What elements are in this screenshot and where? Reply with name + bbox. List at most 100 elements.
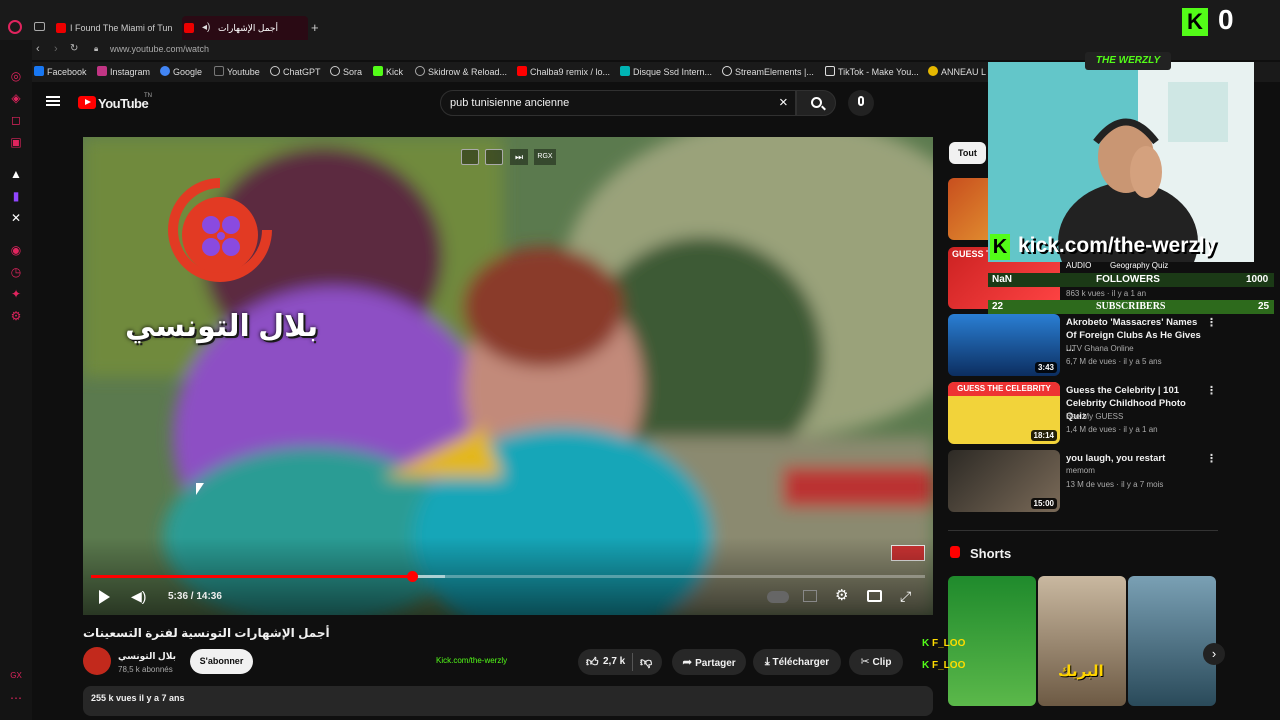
channel-avatar[interactable] [83,647,111,675]
miniplayer-icon[interactable] [485,149,503,165]
video-thumbnail[interactable]: GUESS THE CELEBRITY 18:14 [948,382,1060,444]
share-button[interactable]: ➦ Partager [672,649,746,675]
volume-icon[interactable]: ◀︎) [131,588,146,605]
chat-tag: K F_LOO [922,660,966,671]
bookmark-instagram[interactable]: Instagram [97,66,150,77]
followers-goal: 1000 [1246,274,1269,285]
video-player[interactable]: بلال التونسي ⏭ RGX ◀︎) 5:36 / 14:36 ⚙ ⤢ [83,137,933,615]
divider [948,530,1218,531]
bookmark-kick[interactable]: Kick [373,66,403,77]
followers-goal-bar: NaN FOLLOWERS 1000 [988,273,1274,287]
autoplay-toggle[interactable] [767,591,789,603]
subtitles-icon[interactable] [803,590,817,602]
theater-mode-icon[interactable] [867,590,882,602]
x-icon[interactable]: ✕ [8,210,24,226]
clip-button[interactable]: ✂ Clip [849,649,903,675]
twitch-icon[interactable]: ▮ [8,188,24,204]
more-options-icon[interactable]: ⋮ [1206,452,1217,465]
chat-tag: K F_LOO [922,638,966,649]
reload-icon[interactable]: ↻ [70,43,78,54]
voice-search-button[interactable] [848,90,874,116]
short-thumbnail[interactable] [1128,576,1216,706]
bookmark-facebook[interactable]: Facebook [34,66,87,77]
more-icon[interactable]: ⋯ [8,690,24,706]
history-icon[interactable]: ◷ [8,264,24,280]
video-title: أجمل الإشهارات التونسية لفترة التسعينات [83,626,330,640]
settings-gear-icon[interactable]: ⚙ [835,586,848,604]
forward-icon[interactable]: › [54,43,58,55]
video-duration: 15:00 [1030,498,1057,509]
filter-chip-all[interactable]: Tout [949,142,986,164]
bookmark-youtube[interactable]: Youtube [214,66,260,77]
play-icon[interactable] [99,590,110,604]
more-options-icon[interactable]: ⋮ [1206,316,1217,329]
channel-watermark-logo [168,178,272,282]
more-options-icon[interactable]: ⋮ [1206,384,1217,397]
bookmark-skidrow[interactable]: Skidrow & Reload... [415,66,507,77]
search-input[interactable]: pub tunisienne ancienne [450,97,569,109]
short-overlay-text: البريك [1058,663,1104,680]
fullscreen-icon[interactable]: ⤢ [900,588,911,605]
recommendation-item[interactable]: 15:00 you laugh, you restart memom 13 M … [948,450,1218,514]
new-tab-button[interactable]: + [311,20,319,35]
bookmark-sora[interactable]: Sora [330,66,362,77]
flow-icon[interactable]: ▣ [8,134,24,150]
youtube-logo-icon[interactable] [78,96,96,109]
subscribers-goal: 25 [1258,301,1270,312]
dislike-icon[interactable]: 👎︎ [640,649,652,675]
tab-miami[interactable]: I Found The Miami of Tun [54,16,178,40]
tab-overview-icon[interactable] [34,22,45,31]
bookmark-tiktok[interactable]: TikTok - Make You... [825,66,919,77]
bookmark-streamelements[interactable]: StreamElements |... [722,66,814,77]
recommendation-meta: 863 k vues · il y a 1 an [1066,289,1147,298]
menu-icon[interactable] [46,96,60,98]
channel-name[interactable]: بلال التونسي [118,651,176,662]
player-icon[interactable]: ◉ [8,242,24,258]
like-count[interactable]: 2,7 k [603,649,625,675]
video-thumbnail[interactable]: 15:00 [948,450,1060,512]
bookmark-chatgpt[interactable]: ChatGPT [270,66,321,77]
subscribers-label: SUBSCRIBERS [1096,301,1166,312]
settings-icon[interactable]: ⚙ [8,308,24,324]
pip-icon[interactable] [461,149,479,165]
video-thumbnail[interactable]: 3:43 [948,314,1060,376]
subscribers-left: 22 [992,301,1004,312]
recommendation-meta: 13 M de vues · il y a 7 mois [1066,480,1164,489]
progress-scrubber[interactable] [407,571,419,582]
extensions-icon[interactable]: ✦ [8,286,24,302]
time-display: 5:36 / 14:36 [168,591,222,602]
tab-active-video[interactable]: ◂) أجمل الإشهارات التونسية [182,16,308,57]
subscribe-button[interactable]: S'abonner [190,649,253,674]
recommendation-item[interactable]: GUESS THE CELEBRITY 18:14 Guess the Cele… [948,382,1218,446]
youtube-icon [56,23,66,33]
description-box[interactable]: 255 k vues il y a 7 ans [83,686,933,716]
bookmark-disque-ssd[interactable]: Disque Ssd Intern... [620,66,712,77]
download-button[interactable]: ⤓ Télécharger [753,649,841,675]
viewer-count: 0 [1218,4,1234,35]
skip-icon[interactable]: ⏭ [510,149,528,165]
search-box[interactable]: pub tunisienne ancienne × [440,90,796,116]
instagram-icon[interactable]: ◻ [8,112,24,128]
recommendation-channel: AUDIO [1066,261,1092,270]
like-icon[interactable]: 👍︎ [586,649,599,675]
progress-bar[interactable] [91,571,925,582]
rgx-icon[interactable]: RGX [534,149,556,165]
bookmark-anneau[interactable]: ANNEAU L [928,66,986,77]
video-duration: 18:14 [1030,430,1057,441]
clear-search-icon[interactable]: × [779,94,788,111]
short-thumbnail[interactable]: البريك [1038,576,1126,706]
kick-sidebar-icon[interactable]: ▲ [8,166,24,182]
opera-logo-icon[interactable] [8,20,22,34]
gx-icon[interactable]: GX [8,668,24,684]
back-icon[interactable]: ‹ [36,43,40,55]
bookmark-chalba9[interactable]: Chalba9 remix / lo... [517,66,610,77]
shorts-icon [950,546,960,558]
tiktok-icon [825,66,835,76]
search-button[interactable] [796,90,836,116]
recommendation-item[interactable]: 3:43 Akrobeto 'Massacres' Names Of Forei… [948,314,1218,378]
messenger-icon[interactable]: ◎ [8,68,24,84]
shorts-next-arrow-icon[interactable]: › [1203,643,1225,665]
bookmark-google[interactable]: Google [160,66,202,77]
url-field[interactable]: www.youtube.com/watch [110,44,209,54]
bookmarks-icon[interactable]: ◈ [8,90,24,106]
